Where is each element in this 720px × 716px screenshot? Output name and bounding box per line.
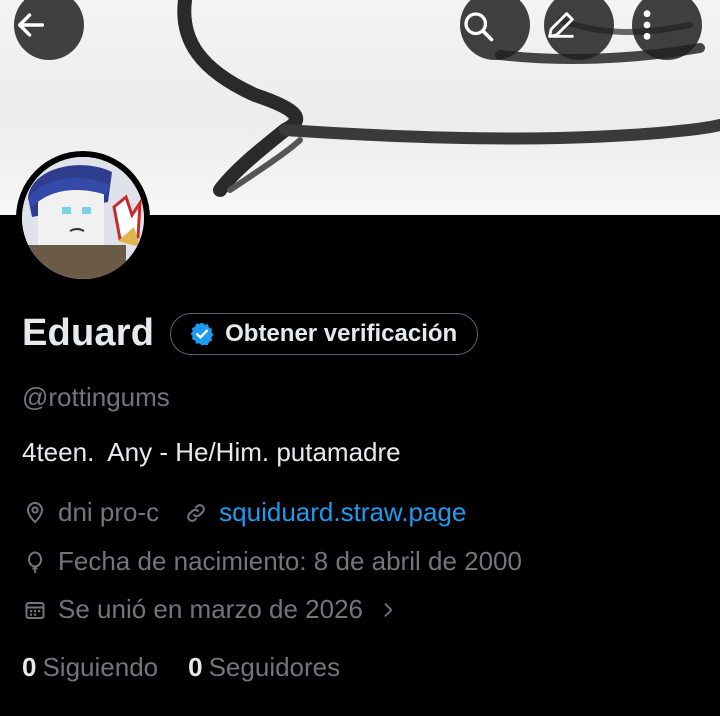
followers-link[interactable]: 0 Seguidores <box>188 652 340 683</box>
profile-joined-date: Se unió en marzo de 2026 <box>58 594 363 624</box>
get-verified-label: Obtener verificación <box>225 319 458 347</box>
arrow-left-icon <box>17 13 45 37</box>
location-pin-icon <box>22 500 48 526</box>
link-icon <box>183 500 209 526</box>
profile-website-link[interactable]: squiduard.straw.page <box>219 497 466 528</box>
avatar[interactable] <box>16 151 150 285</box>
get-verified-button[interactable]: Obtener verificación <box>170 312 479 355</box>
profile-meta-location-website: dni pro-c squiduard.straw.page <box>22 497 466 528</box>
balloon-icon <box>22 549 48 575</box>
profile-handle: @rottingums <box>22 382 170 412</box>
following-count: 0 <box>22 652 37 682</box>
calendar-icon <box>22 597 48 623</box>
followers-count: 0 <box>188 652 203 682</box>
profile-name-row: Eduard Obtener verificación <box>22 312 479 355</box>
avatar-image <box>22 157 144 279</box>
profile-meta-birthday: Fecha de nacimiento: 8 de abril de 2000 <box>22 546 522 577</box>
profile-location: dni pro-c <box>58 497 160 527</box>
chevron-right-icon <box>375 597 401 623</box>
pencil-icon <box>548 12 574 38</box>
following-label: Siguiendo <box>42 652 159 682</box>
profile-name: Eduard <box>22 312 155 354</box>
following-link[interactable]: 0 Siguiendo <box>22 652 158 683</box>
verified-badge-icon <box>190 322 214 345</box>
search-icon <box>464 12 494 42</box>
followers-label: Seguidores <box>208 652 341 682</box>
profile-birthday: Fecha de nacimiento: 8 de abril de 2000 <box>58 546 522 576</box>
profile-bio: 4teen. Any - He/Him. putamadre <box>22 437 401 467</box>
follow-stats: 0 Siguiendo 0 Seguidores <box>22 652 370 683</box>
profile-meta-joined[interactable]: Se unió en marzo de 2026 <box>22 594 411 625</box>
more-vertical-icon <box>643 10 651 40</box>
